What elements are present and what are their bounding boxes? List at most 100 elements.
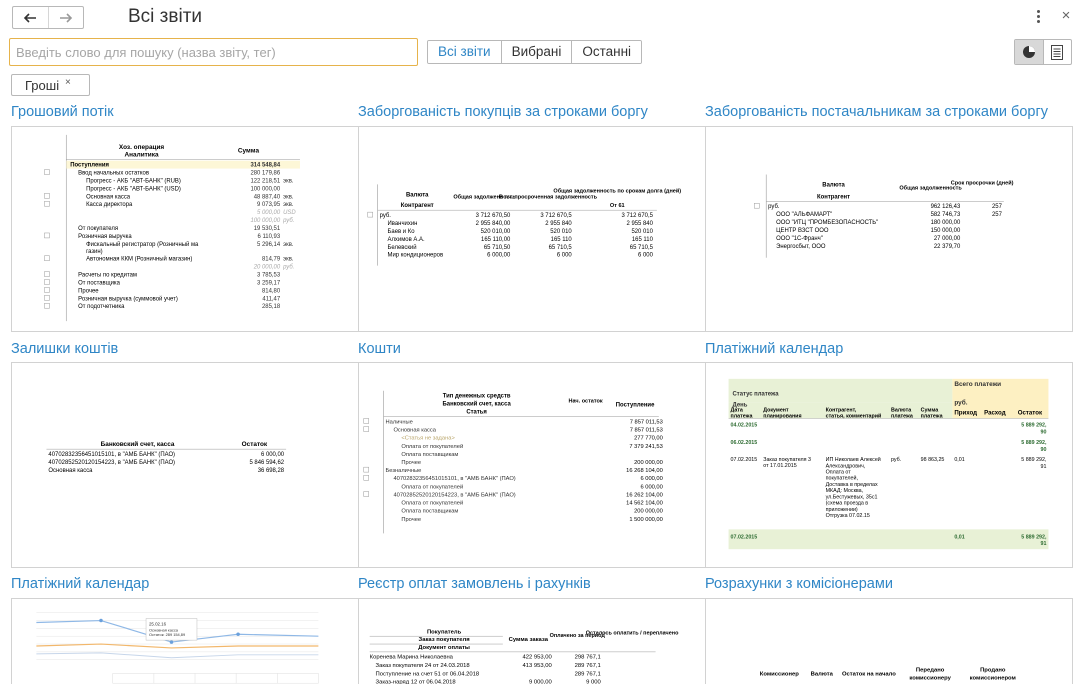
preview-cell: 2 955 840: [545, 221, 572, 227]
preview-cell: 180 000,00: [931, 220, 961, 226]
preview-cell: 6 000,00: [261, 452, 285, 458]
filter-all-button[interactable]: Всі звіти: [428, 41, 501, 63]
back-button[interactable]: [13, 7, 48, 28]
report-title-cash-balances[interactable]: Залишки коштів: [11, 341, 118, 357]
report-thumb-funds[interactable]: Тип денежных средств Банковский счет, ка…: [358, 362, 726, 568]
tree-expander-icon: [754, 203, 760, 209]
preview-cell: 413 953,00: [522, 663, 552, 669]
filter-favorites-button[interactable]: Вибрані: [500, 41, 572, 63]
chart-tooltip-value: Остаток: 289 154,89: [149, 632, 185, 637]
preview-cell: 48 887,40: [254, 194, 281, 200]
preview-cell: 165 110: [551, 237, 573, 243]
payment-registry-preview: Покупатель Заказ покупателя Документ опл…: [370, 629, 679, 684]
preview-cell: Оплата от покупателей: [401, 443, 463, 450]
remove-tag-icon[interactable]: ×: [65, 77, 71, 88]
report-title-commission-settlements[interactable]: Розрахунки з комісіонерами: [705, 576, 893, 592]
tree-expander-icon: [363, 418, 369, 424]
list-view-button[interactable]: [1042, 40, 1072, 64]
preview-head: От 61: [610, 203, 625, 209]
report-title-funds[interactable]: Кошти: [358, 341, 401, 357]
preview-cell: Наличные: [386, 419, 413, 425]
report-thumb-cash-balances[interactable]: Банковский счет, касса Остаток 407028323…: [11, 362, 379, 568]
preview-cell: 7 857 011,53: [630, 428, 663, 434]
preview-cell: 257: [992, 212, 1002, 218]
preview-cell: 814,79: [262, 257, 281, 263]
close-icon[interactable]: ×: [1058, 7, 1074, 25]
preview-cell: 5 889 292,: [1021, 534, 1047, 540]
preview-head: Сумма: [238, 148, 260, 155]
currency-label: руб.: [954, 399, 967, 407]
report-title-cash-flow[interactable]: Грошовий потік: [11, 104, 114, 120]
view-mode-toggle: [1014, 39, 1072, 65]
thumbnail-view-button[interactable]: [1015, 40, 1043, 64]
report-thumb-supplier-debt[interactable]: Валюта Контрагент Общая задолженность Ср…: [705, 126, 1073, 332]
report-title-supplier-debt[interactable]: Заборгованість постачальникам за строкам…: [705, 104, 1048, 120]
report-title-customer-debt[interactable]: Заборгованість покупців за строками борг…: [358, 104, 648, 120]
preview-cell: экв.: [283, 194, 294, 200]
report-thumb-cash-flow[interactable]: Хоз. операция Аналитика Сумма Поступлени…: [11, 126, 379, 332]
preview-cell: 520 010: [631, 229, 653, 235]
preview-cell: Розничная выручка: [78, 234, 132, 240]
forward-button[interactable]: [47, 7, 84, 28]
preview-head: Хоз. операция: [119, 144, 165, 151]
commission-preview: Комиссионер Валюта Остаток на начало Переда…: [760, 667, 1016, 681]
report-thumb-customer-debt[interactable]: Валюта Контрагент Общая задолженность В …: [358, 126, 726, 332]
report-title-payment-calendar[interactable]: Платіжний календар: [705, 341, 843, 357]
report-thumb-payment-calendar[interactable]: Статус платежа День Всего платежи руб. Д…: [705, 362, 1073, 568]
preview-cell: 5 296,14: [257, 242, 281, 248]
preview-cell: 65 710,5: [630, 245, 654, 251]
preview-cell: 165 110,00: [481, 237, 511, 243]
preview-cell: Продано: [980, 667, 1006, 673]
report-thumb-commission-settlements[interactable]: Комиссионер Валюта Остаток на начало Переда…: [705, 598, 1073, 684]
tree-expander-icon: [44, 303, 50, 309]
report-title-payment-calendar-chart[interactable]: Платіжний календар: [11, 576, 149, 592]
preview-cell: 5 846 594,62: [249, 460, 284, 466]
preview-cell: экв.: [283, 202, 294, 208]
preview-cell: Фискальный регистратор (Розничный ма: [86, 241, 199, 248]
tree-expander-icon: [44, 193, 50, 199]
preview-cell: 7 379 241,53: [629, 444, 662, 450]
preview-cell: планирования: [763, 413, 801, 419]
filter-recent-button[interactable]: Останні: [571, 41, 642, 63]
preview-cell: Расчеты по кредитам: [78, 273, 137, 279]
tree-expander-icon: [44, 271, 50, 277]
preview-cell: 36 698,28: [258, 468, 285, 474]
preview-cell: 277 770,00: [634, 436, 663, 442]
report-thumb-payment-registry[interactable]: Покупатель Заказ покупателя Документ опл…: [358, 598, 726, 684]
preview-head: Поступление: [616, 403, 655, 409]
preview-cell: 520 010: [550, 229, 572, 235]
preview-cell: 6 000: [557, 253, 573, 259]
preview-cell: От покупателя: [78, 226, 118, 232]
preview-cell: 520 010,00: [481, 229, 511, 235]
tree-expander-icon: [44, 279, 50, 285]
list-icon: [1051, 44, 1064, 60]
preview-cell: 40702832356451015101, в "АМБ БАНК" (ПАО): [48, 452, 175, 458]
preview-head: Осталось оплатить / переплачено: [586, 630, 679, 636]
report-title-payment-registry[interactable]: Реєстр оплат замовлень і рахунків: [358, 576, 591, 592]
preview-cell: 04.02.2015: [731, 422, 758, 428]
preview-cell: Александрович,: [826, 463, 866, 469]
search-input[interactable]: [9, 38, 418, 66]
preview-cell: ООО "ИТЦ "ПРОМБЕЗОПАСНОСТЬ": [776, 220, 878, 226]
preview-cell: статья, комментарий: [826, 412, 882, 419]
preview-cell: 2 955 840: [626, 221, 653, 227]
preview-cell: 200 000,00: [634, 509, 663, 515]
cash-balances-preview: Банковский счет, касса Остаток 407028323…: [46, 440, 287, 474]
preview-cell: 16 268 104,00: [626, 468, 663, 474]
preview-cell: Доставка в пределах: [826, 482, 878, 488]
report-thumb-payment-calendar-chart[interactable]: 25.02.16 Основная касса Остаток: 289 154…: [11, 598, 379, 684]
tree-expander-icon: [44, 169, 50, 175]
arrow-right-icon: [59, 12, 72, 23]
more-vertical-icon[interactable]: [1031, 7, 1045, 25]
preview-cell: ИП Николаев Алексей: [826, 456, 881, 463]
preview-cell: Оплата от покупателей: [401, 500, 463, 507]
preview-cell: Отгрузка 07.02.15: [826, 513, 870, 519]
preview-cell: покупателей,: [826, 475, 858, 482]
tag-chip-money[interactable]: Гроші ×: [11, 74, 90, 96]
preview-head: Валюта: [406, 192, 429, 198]
preview-cell: 3 259,17: [257, 280, 280, 286]
preview-cell: Остаток: [1018, 409, 1043, 416]
preview-cell: Оплата поставщикам: [401, 509, 458, 515]
preview-head: Аналитика: [125, 152, 159, 159]
preview-cell: Заказ покупателя 24 от 24.03.2018: [376, 663, 470, 669]
